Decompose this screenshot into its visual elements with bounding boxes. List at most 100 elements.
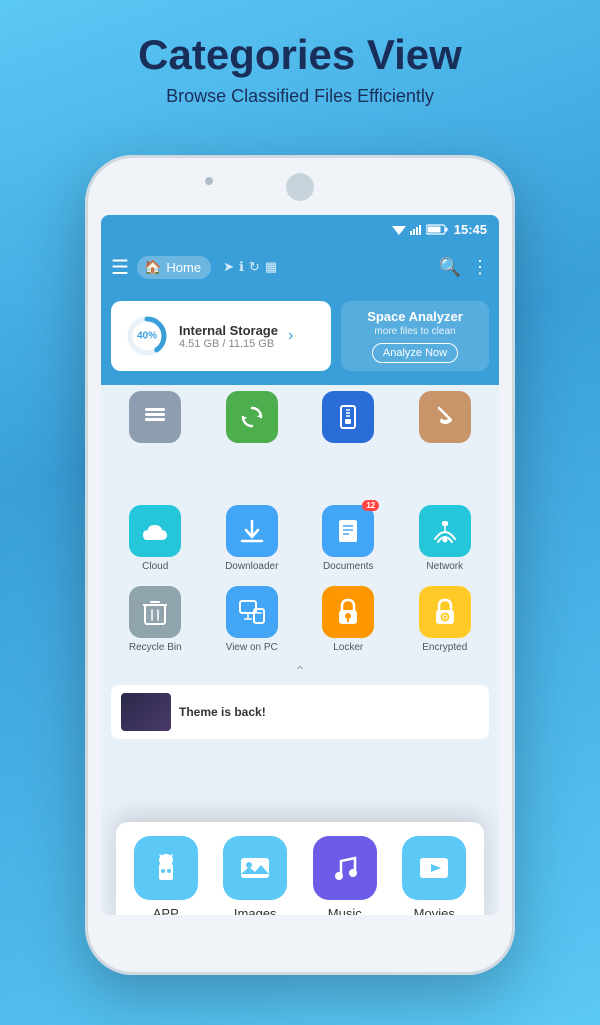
theme-thumbnail	[121, 693, 171, 731]
phone-mockup: 15:45 ☰ 🏠 Home ➤ ℹ ↻ ▦ 🔍 ⋮	[85, 155, 515, 975]
storage-row: 40% Internal Storage 4.51 GB / 11.15 GB …	[101, 291, 499, 385]
cat-music[interactable]: Music	[305, 836, 385, 915]
storage-percent: 40%	[137, 331, 157, 342]
status-time: 15:45	[454, 222, 487, 237]
documents-icon	[334, 517, 362, 545]
main-cats-grid: APP Images	[126, 836, 474, 915]
phone-cat-downloader[interactable]: Downloader	[208, 505, 297, 572]
cat-movies[interactable]: Movies	[395, 836, 475, 915]
analyze-now-button[interactable]: Analyze Now	[372, 343, 458, 363]
page-title: Categories View	[20, 32, 580, 78]
search-icon[interactable]: 🔍	[439, 257, 461, 278]
downloader-icon	[238, 517, 266, 545]
locker-icon	[336, 598, 360, 626]
phone-screen: 15:45 ☰ 🏠 Home ➤ ℹ ↻ ▦ 🔍 ⋮	[101, 215, 499, 915]
toolbar-breadcrumb[interactable]: 🏠 Home	[137, 256, 211, 279]
recycle-bin-icon	[142, 598, 168, 626]
encrypted-icon	[433, 598, 457, 626]
theme-banner-text: Theme is back!	[179, 705, 266, 719]
storage-info: Internal Storage 4.51 GB / 11.15 GB	[179, 323, 278, 350]
cat-app-label: APP	[153, 906, 179, 915]
third-row-cats: Recycle Bin Vi	[111, 586, 489, 653]
phone-cat-encrypted[interactable]: Encrypted	[401, 586, 490, 653]
main-popup: APP Images	[116, 822, 484, 915]
view-on-pc-icon	[238, 599, 266, 625]
locker-icon-wrap	[322, 586, 374, 638]
third-row-section: Recycle Bin Vi	[101, 578, 499, 659]
documents-label: Documents	[323, 561, 374, 572]
signal-icon	[410, 224, 422, 235]
storage-chevron-icon: ›	[288, 327, 293, 345]
space-analyzer-panel: Space Analyzer more files to clean Analy…	[341, 301, 489, 371]
nav-info-icon[interactable]: ℹ	[239, 259, 244, 275]
page-subtitle: Browse Classified Files Efficiently	[20, 86, 580, 107]
encrypted-icon-wrap	[419, 586, 471, 638]
zip-icon	[335, 404, 361, 430]
phone-cat-recycle[interactable]: Recycle Bin	[111, 586, 200, 653]
movies-icon-wrap	[402, 836, 466, 900]
phone-bg-cats	[101, 385, 499, 449]
bottom-section: ⌃ Theme is back!	[101, 659, 499, 747]
layers-icon-wrap	[129, 391, 181, 443]
toolbar-nav-icons: ➤ ℹ ↻ ▦	[223, 259, 277, 275]
downloader-label: Downloader	[225, 561, 278, 572]
cat-images-label: Images	[234, 906, 277, 915]
layers-icon	[142, 404, 168, 430]
documents-icon-wrap: 12	[322, 505, 374, 557]
movies-icon	[416, 850, 452, 886]
documents-badge: 12	[362, 500, 379, 511]
music-icon	[327, 850, 363, 886]
cloud-icon-wrap	[129, 505, 181, 557]
nav-grid-icon[interactable]: ▦	[265, 259, 277, 275]
viewonpc-label: View on PC	[226, 642, 278, 653]
cat-movies-label: Movies	[414, 906, 455, 915]
app-icon	[148, 850, 184, 886]
phone-cat-broom[interactable]	[401, 391, 490, 443]
phone-cat-cloud[interactable]: Cloud	[111, 505, 200, 572]
images-icon-wrap	[223, 836, 287, 900]
nav-send-icon[interactable]: ➤	[223, 259, 234, 275]
encrypted-label: Encrypted	[422, 642, 467, 653]
sync-icon-wrap	[226, 391, 278, 443]
broom-icon-wrap	[419, 391, 471, 443]
phone-outer: 15:45 ☰ 🏠 Home ➤ ℹ ↻ ▦ 🔍 ⋮	[85, 155, 515, 975]
downloader-icon-wrap	[226, 505, 278, 557]
more-icon[interactable]: ⋮	[471, 257, 489, 278]
hamburger-icon[interactable]: ☰	[111, 255, 129, 280]
nav-sync-icon[interactable]: ↻	[249, 259, 260, 275]
recycle-label: Recycle Bin	[129, 642, 182, 653]
storage-card[interactable]: 40% Internal Storage 4.51 GB / 11.15 GB …	[111, 301, 331, 371]
sync-icon	[239, 404, 265, 430]
zip-icon-wrap	[322, 391, 374, 443]
broom-icon	[432, 404, 458, 430]
phone-cat-layers[interactable]	[111, 391, 200, 443]
chevron-up-icon: ⌃	[111, 663, 489, 680]
home-icon: 🏠	[144, 259, 161, 276]
cat-images[interactable]: Images	[216, 836, 296, 915]
status-icons	[392, 224, 448, 235]
cat-app[interactable]: APP	[126, 836, 206, 915]
phone-cat-locker[interactable]: Locker	[304, 586, 393, 653]
wifi-icon	[392, 224, 406, 235]
app-toolbar: ☰ 🏠 Home ➤ ℹ ↻ ▦ 🔍 ⋮	[101, 243, 499, 291]
network-icon	[431, 519, 459, 543]
status-bar: 15:45	[101, 215, 499, 243]
app-icon-wrap	[134, 836, 198, 900]
phone-cat-network[interactable]: Network	[401, 505, 490, 572]
cat-music-label: Music	[328, 906, 362, 915]
network-icon-wrap	[419, 505, 471, 557]
phone-cat-zip[interactable]	[304, 391, 393, 443]
theme-banner[interactable]: Theme is back!	[111, 685, 489, 739]
phone-sensor-dot	[205, 177, 213, 185]
music-icon-wrap	[313, 836, 377, 900]
images-icon	[237, 850, 273, 886]
recycle-icon-wrap	[129, 586, 181, 638]
page-header: Categories View Browse Classified Files …	[0, 0, 600, 123]
storage-title: Internal Storage	[179, 323, 278, 338]
phone-cat-documents[interactable]: 12 Documents	[304, 505, 393, 572]
phone-cat-sync[interactable]	[208, 391, 297, 443]
storage-donut: 40%	[125, 314, 169, 358]
phone-cat-viewonpc[interactable]: View on PC	[208, 586, 297, 653]
toolbar-right: 🔍 ⋮	[439, 257, 489, 278]
storage-details: 4.51 GB / 11.15 GB	[179, 338, 278, 350]
